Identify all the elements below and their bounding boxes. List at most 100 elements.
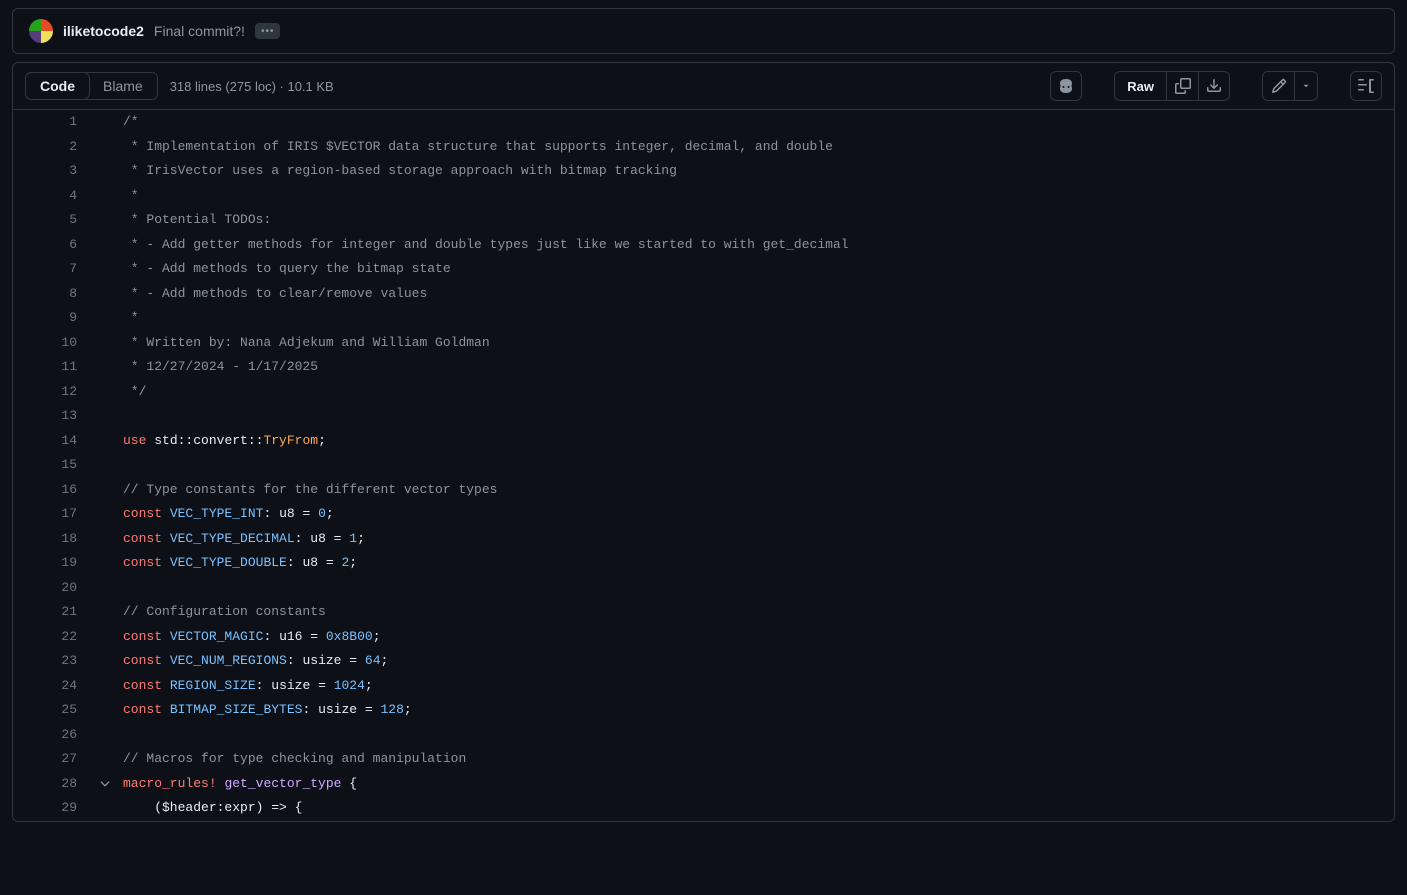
line-number[interactable]: 7 [13,257,95,282]
code-text: /* [123,114,139,129]
code-text: VEC_TYPE_DECIMAL [170,531,295,546]
download-icon[interactable] [1198,71,1230,101]
code-text: * Written by: Nana Adjekum and William G… [123,335,490,350]
code-blame-tabs: Code Blame [25,72,158,100]
copy-icon[interactable] [1166,71,1198,101]
line-number[interactable]: 27 [13,747,95,772]
tab-code[interactable]: Code [26,73,89,99]
line-number[interactable]: 3 [13,159,95,184]
raw-copy-download-group: Raw [1114,71,1230,101]
file-view-box: Code Blame 318 lines (275 loc) · 10.1 KB… [12,62,1395,822]
code-text: 128 [380,702,403,717]
line-number[interactable]: 10 [13,331,95,356]
code-text: const [123,629,162,644]
commit-ellipsis-button[interactable]: ••• [255,23,281,39]
edit-icon[interactable] [1262,71,1294,101]
code-view[interactable]: 1 /* 2 * Implementation of IRIS $VECTOR d… [13,110,1394,821]
code-text: u16 [279,629,302,644]
code-text: macro_rules! [123,776,217,791]
code-text: 0 [318,506,326,521]
code-text: * - Add methods to query the bitmap stat… [123,261,451,276]
edit-dropdown-icon[interactable] [1294,71,1318,101]
line-number[interactable]: 4 [13,184,95,209]
line-number[interactable]: 26 [13,723,95,748]
line-number[interactable]: 13 [13,404,95,429]
code-text: */ [123,384,146,399]
code-text: u8 [279,506,295,521]
line-number[interactable]: 16 [13,478,95,503]
line-number[interactable]: 22 [13,625,95,650]
code-text: // Configuration constants [123,604,326,619]
line-number[interactable]: 1 [13,110,95,135]
line-number[interactable]: 9 [13,306,95,331]
fold-chevron-icon[interactable] [95,772,115,797]
line-number[interactable]: 28 [13,772,95,797]
code-text: usize [318,702,357,717]
code-text: 1 [349,531,357,546]
line-number[interactable]: 24 [13,674,95,699]
edit-dropdown-group [1262,71,1318,101]
commit-author[interactable]: iliketocode2 [63,23,144,39]
line-number[interactable]: 21 [13,600,95,625]
line-number[interactable]: 11 [13,355,95,380]
code-text: const [123,555,162,570]
line-number[interactable]: 2 [13,135,95,160]
code-text: u8 [310,531,326,546]
code-text: * [123,188,139,203]
code-text: 1024 [334,678,365,693]
code-text: // Type constants for the different vect… [123,482,497,497]
code-text: const [123,531,162,546]
code-text: VEC_TYPE_DOUBLE [170,555,287,570]
line-number[interactable]: 15 [13,453,95,478]
code-text: * Potential TODOs: [123,212,271,227]
code-text: const [123,653,162,668]
code-text: const [123,678,162,693]
line-number[interactable]: 17 [13,502,95,527]
code-text: const [123,506,162,521]
line-number[interactable]: 25 [13,698,95,723]
code-text: REGION_SIZE [170,678,256,693]
code-text: const [123,702,162,717]
line-number[interactable]: 14 [13,429,95,454]
line-number[interactable]: 20 [13,576,95,601]
code-text: usize [271,678,310,693]
commit-message[interactable]: Final commit?! [154,23,245,39]
code-text: VEC_NUM_REGIONS [170,653,287,668]
code-text: * IrisVector uses a region-based storage… [123,163,677,178]
code-text: 2 [341,555,349,570]
raw-button[interactable]: Raw [1114,71,1166,101]
code-text: VEC_TYPE_INT [170,506,264,521]
line-number[interactable]: 19 [13,551,95,576]
line-number[interactable]: 18 [13,527,95,552]
avatar[interactable] [29,19,53,43]
code-text: u8 [302,555,318,570]
line-number[interactable]: 23 [13,649,95,674]
file-info-text: 318 lines (275 loc) · 10.1 KB [170,79,334,94]
tab-blame[interactable]: Blame [89,73,157,99]
code-text: usize [302,653,341,668]
code-text: ($header:expr) => { [123,800,302,815]
code-text: * Implementation of IRIS $VECTOR data st… [123,139,833,154]
symbols-icon[interactable] [1350,71,1382,101]
line-number[interactable]: 5 [13,208,95,233]
code-text: * - Add getter methods for integer and d… [123,237,849,252]
line-number[interactable]: 6 [13,233,95,258]
line-number[interactable]: 8 [13,282,95,307]
code-text: VECTOR_MAGIC [170,629,264,644]
code-text: * [123,310,139,325]
code-text: TryFrom [263,433,318,448]
code-text: get_vector_type [224,776,341,791]
line-number[interactable]: 29 [13,796,95,821]
code-text: std [154,433,177,448]
code-text: * - Add methods to clear/remove values [123,286,427,301]
copilot-icon[interactable] [1050,71,1082,101]
code-text: * 12/27/2024 - 1/17/2025 [123,359,318,374]
line-number[interactable]: 12 [13,380,95,405]
commit-info-bar: iliketocode2 Final commit?! ••• [12,8,1395,54]
code-text: BITMAP_SIZE_BYTES [170,702,303,717]
file-header: Code Blame 318 lines (275 loc) · 10.1 KB… [13,63,1394,110]
code-text: 64 [365,653,381,668]
code-text: convert [193,433,248,448]
code-text: use [123,433,146,448]
code-text: // Macros for type checking and manipula… [123,751,466,766]
